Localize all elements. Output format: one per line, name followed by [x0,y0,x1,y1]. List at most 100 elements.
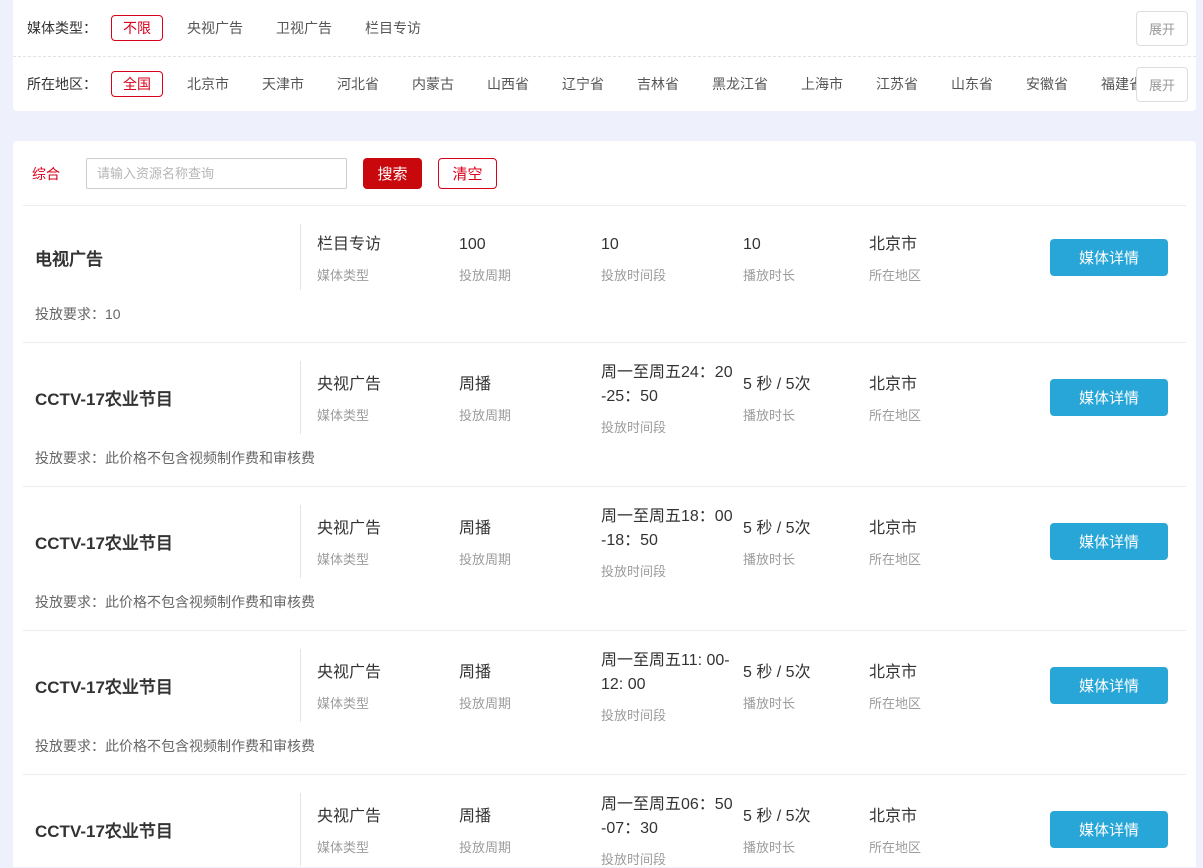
media-detail-button[interactable]: 媒体详情 [1050,667,1168,704]
filter-option[interactable]: 上海市 [801,74,843,94]
media-type-column: 央视广告 媒体类型 [317,805,459,854]
item-main-row: CCTV-17农业节目 央视广告 媒体类型 周播 投放周期 周一至周五11: 0… [35,649,1168,722]
cycle-column: 周播 投放周期 [459,517,601,566]
media-type-label: 媒体类型 [317,841,459,854]
item-main-row: 电视广告 栏目专访 媒体类型 100 投放周期 10 投放时间段 10 播放时长 [35,224,1168,290]
requirement-text: 投放要求：此价格不包含视频制作费和审核费 [35,592,1168,612]
time-slot-column: 周一至周五11: 00-12: 00 投放时间段 [601,649,743,722]
filter-option[interactable]: 安徽省 [1026,74,1068,94]
item-columns: 央视广告 媒体类型 周播 投放周期 周一至周五11: 00-12: 00 投放时… [300,649,1050,722]
filter-option[interactable]: 福建省 [1101,74,1136,94]
media-list-item: 电视广告 栏目专访 媒体类型 100 投放周期 10 投放时间段 10 播放时长 [23,205,1186,342]
duration-label: 播放时长 [743,697,869,710]
media-type-label: 媒体类型 [317,553,459,566]
media-detail-button[interactable]: 媒体详情 [1050,239,1168,276]
requirement-text: 投放要求：此价格不包含视频制作费和审核费 [35,736,1168,756]
region-column: 北京市 所在地区 [869,373,1050,422]
duration-column: 5 秒 / 5次 播放时长 [743,517,869,566]
time-slot-column: 10 投放时间段 [601,233,743,282]
duration-column: 10 播放时长 [743,233,869,282]
region-label: 所在地区 [869,697,1050,710]
filter-option[interactable]: 黑龙江省 [712,74,768,94]
cycle-label: 投放周期 [459,553,601,566]
filter-option[interactable]: 辽宁省 [562,74,604,94]
duration-label: 播放时长 [743,553,869,566]
media-type-column: 央视广告 媒体类型 [317,517,459,566]
media-type-label: 媒体类型 [317,269,459,282]
media-detail-button[interactable]: 媒体详情 [1050,811,1168,848]
duration-column: 5 秒 / 5次 播放时长 [743,661,869,710]
detail-button-wrap: 媒体详情 [1050,649,1168,722]
time-slot-value: 周一至周五24：20-25：50 [601,361,735,409]
time-slot-column: 周一至周五24：20-25：50 投放时间段 [601,361,743,434]
region-filter-label: 所在地区： [27,74,97,94]
cycle-value: 周播 [459,373,601,397]
time-slot-column: 周一至周五18：00-18：50 投放时间段 [601,505,743,578]
time-slot-value: 周一至周五06：50-07：30 [601,793,735,841]
resource-search-input[interactable] [86,158,347,189]
expand-button-media-type[interactable]: 展开 [1136,11,1188,46]
region-value: 北京市 [869,233,1050,257]
media-type-value: 央视广告 [317,805,459,829]
filter-option[interactable]: 卫视广告 [276,18,332,38]
detail-button-wrap: 媒体详情 [1050,505,1168,578]
filter-option[interactable]: 河北省 [337,74,379,94]
item-main-row: CCTV-17农业节目 央视广告 媒体类型 周播 投放周期 周一至周五18：00… [35,505,1168,578]
duration-column: 5 秒 / 5次 播放时长 [743,373,869,422]
media-type-filter-label: 媒体类型： [27,18,97,38]
duration-label: 播放时长 [743,841,869,854]
duration-column: 5 秒 / 5次 播放时长 [743,805,869,854]
filter-row-region: 所在地区： 全国 北京市 天津市 河北省 内蒙古 山西省 辽宁省 吉林省 黑龙江省 上海市 江苏省… [13,56,1196,111]
region-label: 所在地区 [869,553,1050,566]
item-columns: 央视广告 媒体类型 周播 投放周期 周一至周五18：00-18：50 投放时间段… [300,505,1050,578]
filter-option[interactable]: 栏目专访 [365,18,421,38]
filter-option[interactable]: 吉林省 [637,74,679,94]
filter-option[interactable]: 山东省 [951,74,993,94]
filter-option[interactable]: 央视广告 [187,18,243,38]
clear-button[interactable]: 清空 [438,158,497,189]
media-list: 电视广告 栏目专访 媒体类型 100 投放周期 10 投放时间段 10 播放时长 [13,205,1196,867]
search-button[interactable]: 搜索 [363,158,422,189]
time-slot-value: 10 [601,233,735,257]
filter-option-selected-unlimited[interactable]: 不限 [111,15,163,41]
filter-option-selected-national[interactable]: 全国 [111,71,163,97]
region-label: 所在地区 [869,409,1050,422]
time-slot-value: 周一至周五18：00-18：50 [601,505,735,553]
cycle-column: 周播 投放周期 [459,661,601,710]
item-columns: 栏目专访 媒体类型 100 投放周期 10 投放时间段 10 播放时长 北京市 [300,224,1050,290]
region-filter-options: 北京市 天津市 河北省 内蒙古 山西省 辽宁省 吉林省 黑龙江省 上海市 江苏省 山东省 安徽省 福建省… [187,74,1136,94]
filter-option[interactable]: 山西省 [487,74,529,94]
region-column: 北京市 所在地区 [869,805,1050,854]
filter-option[interactable]: 内蒙古 [412,74,454,94]
media-detail-button[interactable]: 媒体详情 [1050,523,1168,560]
region-label: 所在地区 [869,841,1050,854]
media-detail-button[interactable]: 媒体详情 [1050,379,1168,416]
filter-option[interactable]: 江苏省 [876,74,918,94]
filter-panel: 媒体类型： 不限 央视广告 卫视广告 栏目专访 展开 所在地区： 全国 北京市 天津市… [13,0,1196,111]
cycle-value: 周播 [459,661,601,685]
region-column: 北京市 所在地区 [869,517,1050,566]
cycle-label: 投放周期 [459,409,601,422]
filter-option[interactable]: 天津市 [262,74,304,94]
cycle-label: 投放周期 [459,697,601,710]
filter-option[interactable]: 北京市 [187,74,229,94]
detail-button-wrap: 媒体详情 [1050,361,1168,434]
media-type-value: 栏目专访 [317,233,459,257]
duration-label: 播放时长 [743,269,869,282]
search-bar: 综合 搜索 清空 [13,141,1196,205]
detail-button-wrap: 媒体详情 [1050,793,1168,866]
media-list-item: CCTV-17农业节目 央视广告 媒体类型 周播 投放周期 周一至周五24：20… [23,342,1186,486]
media-title: CCTV-17农业节目 [35,361,300,434]
expand-button-region[interactable]: 展开 [1136,67,1188,102]
duration-value: 10 [743,233,869,257]
time-slot-label: 投放时间段 [601,709,735,722]
sort-tab-comprehensive[interactable]: 综合 [32,164,60,184]
time-slot-label: 投放时间段 [601,421,735,434]
media-title: CCTV-17农业节目 [35,649,300,722]
time-slot-value: 周一至周五11: 00-12: 00 [601,649,735,697]
duration-value: 5 秒 / 5次 [743,517,869,541]
cycle-value: 周播 [459,805,601,829]
cycle-label: 投放周期 [459,841,601,854]
cycle-value: 100 [459,233,601,257]
requirement-text: 投放要求：此价格不包含视频制作费和审核费 [35,448,1168,468]
